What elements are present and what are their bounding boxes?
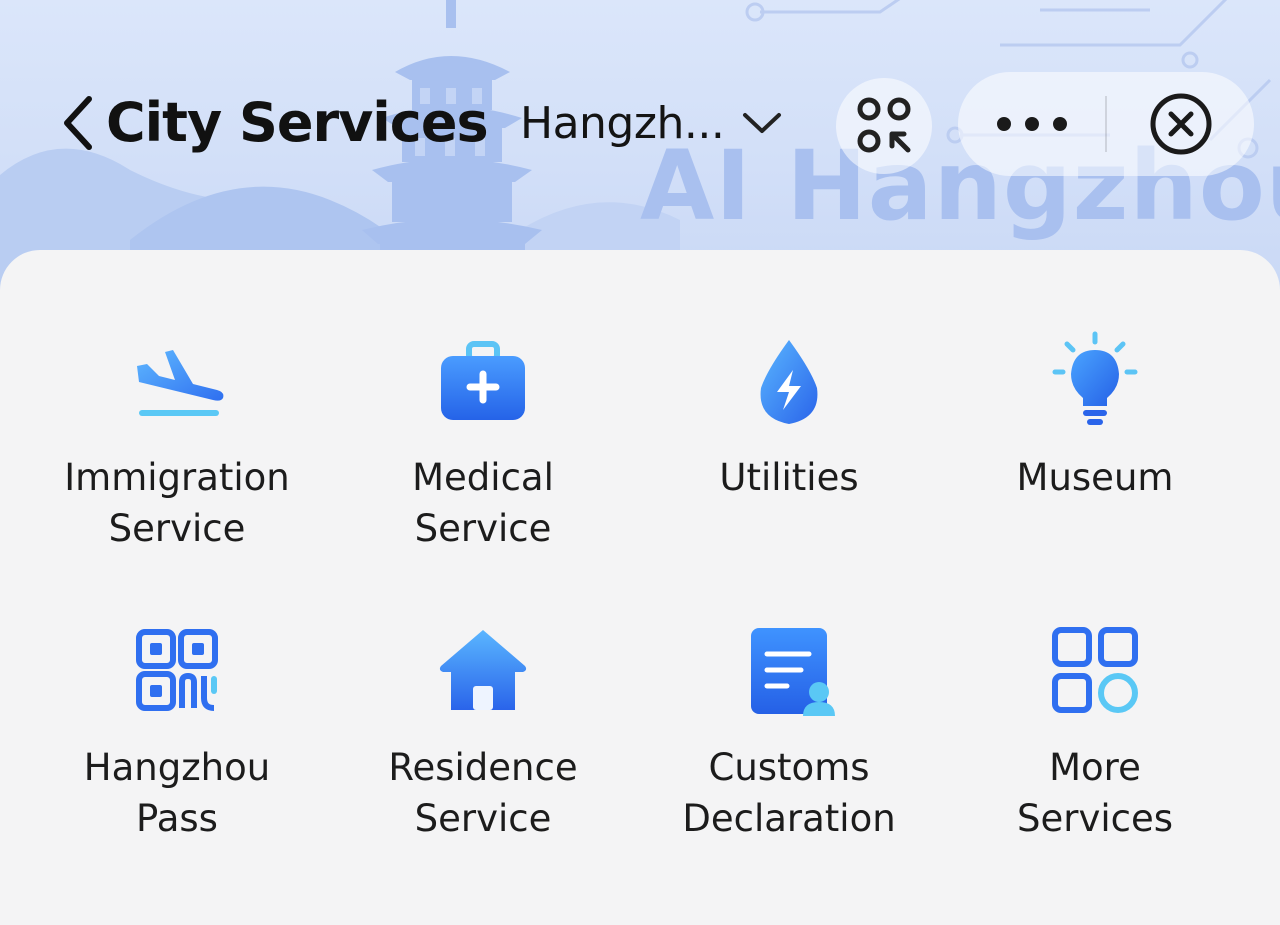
- service-label: Hangzhou Pass: [83, 746, 271, 840]
- service-more[interactable]: More Services: [942, 620, 1248, 910]
- close-circle-icon: [1150, 93, 1212, 155]
- city-selector-dropdown[interactable]: Hangzh...: [520, 88, 782, 158]
- service-label: Museum: [1016, 456, 1174, 499]
- back-button[interactable]: [56, 88, 100, 158]
- close-button[interactable]: [1108, 72, 1254, 176]
- grid-apps-icon: [1043, 620, 1147, 724]
- capsule-divider: [1105, 96, 1107, 152]
- page-title: City Services: [106, 91, 489, 154]
- service-medical[interactable]: Medical Service: [330, 330, 636, 620]
- airplane-landing-icon: [125, 330, 229, 434]
- city-services-screen: AI Hangzhou City Services Hangzh... Immi…: [0, 0, 1280, 925]
- service-utilities[interactable]: Utilities: [636, 330, 942, 620]
- scan-icon: [857, 97, 911, 153]
- service-label: Immigration Service: [64, 456, 290, 550]
- declaration-document-icon: [737, 620, 841, 724]
- qr-code-icon: [125, 620, 229, 724]
- service-label: Customs Declaration: [682, 746, 896, 840]
- chevron-left-icon: [64, 96, 92, 150]
- service-label: More Services: [1016, 746, 1174, 840]
- service-hangzhou-pass[interactable]: Hangzhou Pass: [24, 620, 330, 910]
- service-label: Utilities: [719, 456, 859, 499]
- service-residence[interactable]: Residence Service: [330, 620, 636, 910]
- chevron-down-icon: [743, 113, 782, 133]
- scan-button[interactable]: [836, 78, 932, 174]
- service-customs-declaration[interactable]: Customs Declaration: [636, 620, 942, 910]
- service-immigration[interactable]: Immigration Service: [24, 330, 330, 620]
- mini-program-capsule: [958, 72, 1254, 176]
- services-grid: Immigration Service Medical Service Util…: [24, 330, 1256, 910]
- lightbulb-icon: [1043, 330, 1147, 434]
- house-icon: [431, 620, 535, 724]
- services-panel: Immigration Service Medical Service Util…: [0, 250, 1280, 925]
- medical-kit-icon: [431, 330, 535, 434]
- city-selector-label: Hangzh...: [520, 97, 725, 149]
- service-label: Residence Service: [388, 746, 578, 840]
- water-drop-bolt-icon: [737, 330, 841, 434]
- service-label: Medical Service: [412, 456, 554, 550]
- more-options-button[interactable]: [958, 72, 1106, 176]
- service-museum[interactable]: Museum: [942, 330, 1248, 620]
- more-dots-icon: [997, 117, 1067, 131]
